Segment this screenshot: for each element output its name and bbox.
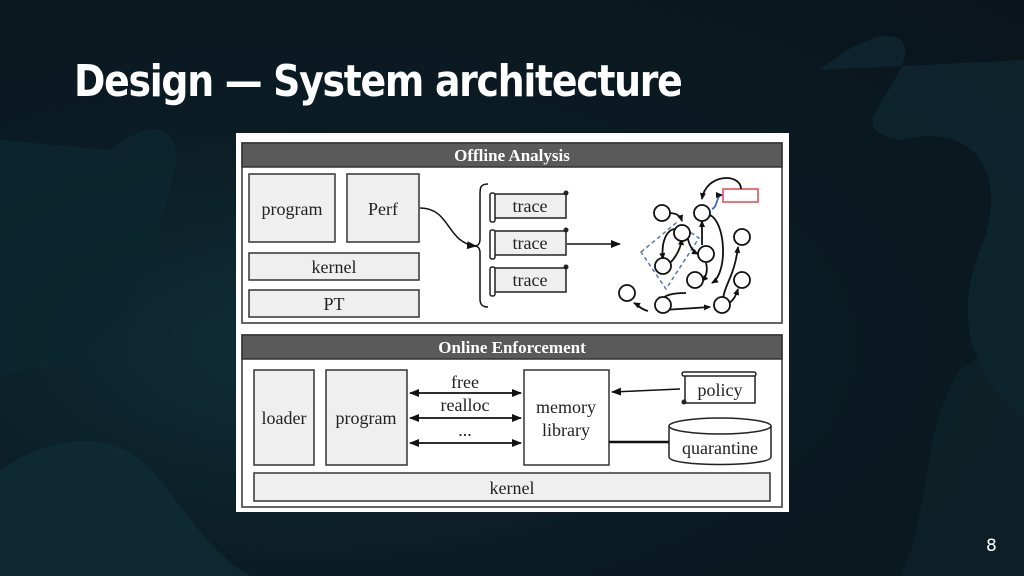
memory-library-label-2: library [542, 420, 590, 440]
policy-scroll: policy [681, 371, 757, 405]
quarantine-database-icon: quarantine [668, 417, 772, 466]
graph-node [653, 204, 671, 222]
graph-node [654, 257, 672, 275]
graph-node [733, 271, 751, 289]
program-label: program [262, 199, 323, 219]
page-number: 8 [986, 536, 997, 556]
offline-header: Offline Analysis [454, 146, 570, 165]
graph-node [693, 204, 711, 222]
policy-label: policy [698, 380, 743, 400]
graph-node [618, 284, 636, 302]
loader-label: loader [262, 408, 307, 428]
pt-label: PT [323, 294, 344, 314]
program-label-online: program [336, 408, 397, 428]
trace-label: trace [513, 233, 548, 253]
kernel-label-offline: kernel [312, 257, 357, 277]
perf-label: Perf [368, 199, 398, 219]
trace-label: trace [513, 196, 548, 216]
architecture-diagram: Offline Analysis program Perf kernel PT … [236, 133, 789, 512]
call-label-realloc: realloc [441, 395, 490, 415]
highlight-box [722, 188, 759, 203]
graph-node [733, 228, 751, 246]
memory-library-box [523, 369, 610, 466]
offline-analysis-section: Offline Analysis program Perf kernel PT … [241, 142, 783, 324]
online-enforcement-section: Online Enforcement loader program free r… [241, 334, 783, 508]
call-label-free: free [451, 372, 479, 392]
architecture-diagram-svg: Offline Analysis program Perf kernel PT … [241, 142, 783, 508]
trace-scroll-3: trace [489, 264, 569, 297]
graph-node [697, 245, 715, 263]
quarantine-label: quarantine [682, 438, 758, 458]
graph-node [686, 271, 704, 289]
online-header: Online Enforcement [438, 338, 586, 357]
kernel-label-online: kernel [490, 478, 535, 498]
trace-label: trace [513, 270, 548, 290]
graph-node [673, 224, 691, 242]
graph-node [713, 296, 731, 314]
trace-scroll-1: trace [489, 190, 569, 223]
slide-title: Design — System architecture [74, 56, 683, 107]
memory-library-label-1: memory [536, 397, 596, 417]
trace-scroll-2: trace [489, 227, 569, 260]
call-label-more: ... [458, 420, 472, 440]
graph-node [654, 296, 672, 314]
